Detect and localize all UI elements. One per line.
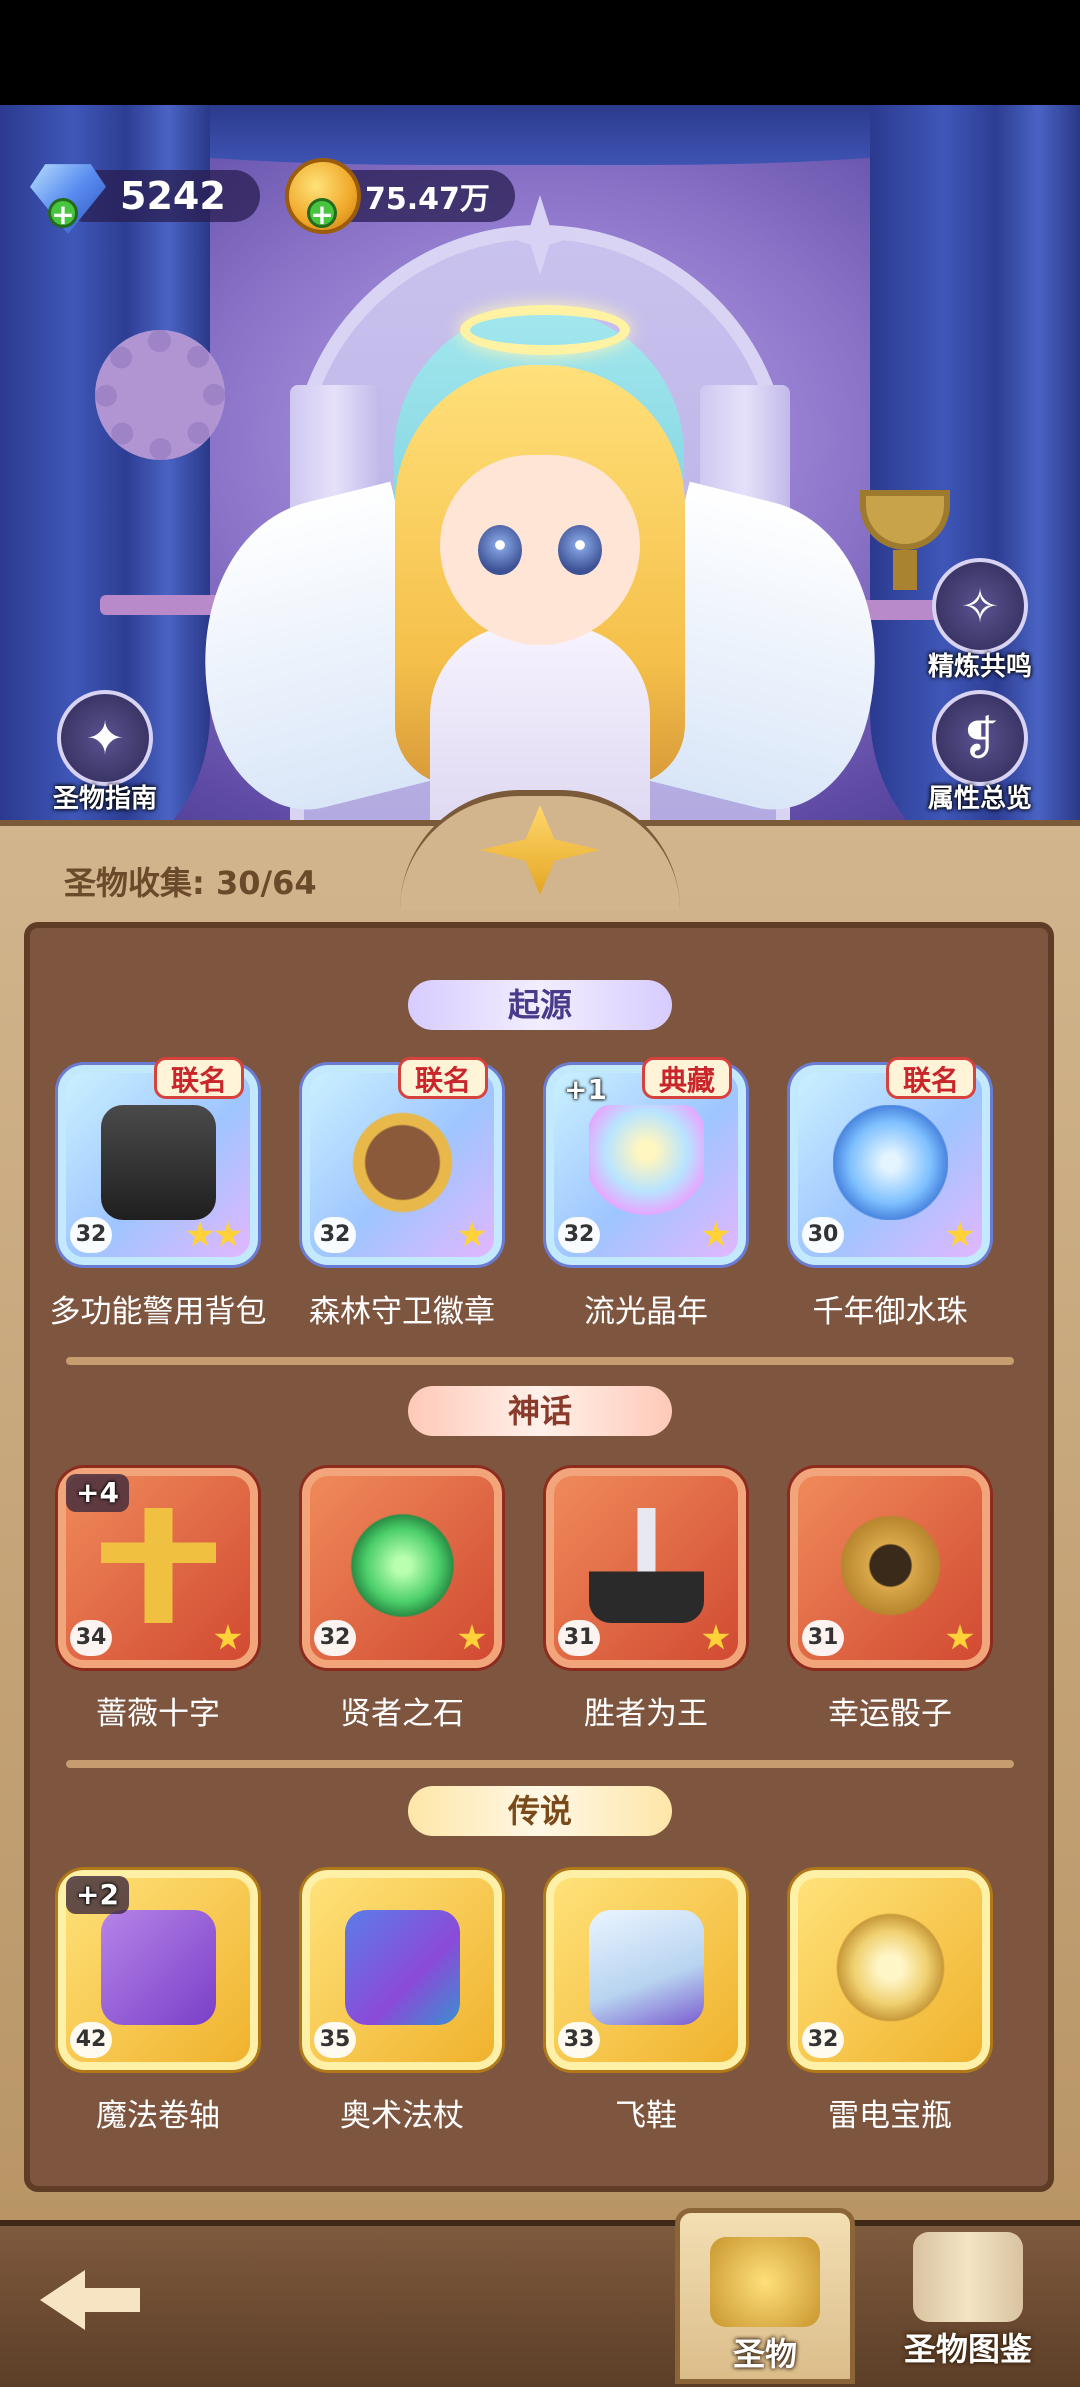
- dice-icon: [833, 1508, 948, 1623]
- gem-amount: 5242: [120, 174, 226, 218]
- relic-level: 32: [314, 1620, 356, 1656]
- star-icon: [186, 1221, 214, 1247]
- magic-scroll-icon: [101, 1910, 216, 2025]
- relic-level: 32: [70, 1217, 112, 1253]
- collection-tag: 典藏: [641, 1057, 732, 1099]
- thunder-vase-icon: [833, 1910, 948, 2025]
- status-bar: [0, 0, 1080, 105]
- arcane-staff-icon: [345, 1910, 460, 2025]
- star-icon: [214, 1221, 242, 1247]
- category-origin: 起源: [408, 980, 672, 1030]
- collection-progress: 圣物收集: 30/64: [64, 864, 317, 902]
- gem-counter[interactable]: + 5242: [30, 164, 260, 234]
- add-gems-icon[interactable]: +: [48, 198, 78, 229]
- star-icon: [458, 1624, 486, 1650]
- divider: [66, 1760, 1014, 1768]
- upgrade-badge: +2: [66, 1876, 129, 1914]
- relic-name: 奥术法杖: [340, 2098, 464, 2134]
- tab-relic-codex[interactable]: 圣物图鉴: [878, 2208, 1058, 2384]
- relic-level: 33: [558, 2022, 600, 2058]
- right-eye: [558, 525, 602, 575]
- angel-character: [167, 305, 913, 845]
- relic-level: 34: [70, 1620, 112, 1656]
- category-legend: 传说: [408, 1786, 672, 1836]
- refine-label: 精炼共鸣: [927, 652, 1032, 682]
- bear-badge-icon: [345, 1105, 460, 1220]
- attribute-label: 属性总览: [927, 784, 1032, 814]
- rose-cross-icon: [101, 1508, 216, 1623]
- relic-card-forest-badge[interactable]: 联名 32: [302, 1057, 502, 1265]
- upgrade-badge: +4: [66, 1474, 129, 1512]
- divider: [66, 1357, 1014, 1365]
- relic-name: 魔法卷轴: [96, 2098, 220, 2134]
- tab-relics-label: 圣物: [732, 2335, 797, 2373]
- relic-card-flying-shoes[interactable]: 33: [546, 1870, 746, 2070]
- relic-name: 飞鞋: [615, 2098, 677, 2134]
- relic-name: 多功能警用背包: [49, 1294, 267, 1330]
- relic-card-arcane-staff[interactable]: 35: [302, 1870, 502, 2070]
- relic-name: 雷电宝瓶: [828, 2098, 952, 2134]
- star-icon: [946, 1624, 974, 1650]
- relic-name: 贤者之石: [340, 1696, 464, 1732]
- relic-guide-button[interactable]: ✦ 圣物指南: [40, 690, 170, 815]
- relic-level: 32: [314, 1217, 356, 1253]
- collab-tag: 联名: [397, 1057, 488, 1099]
- backpack-icon: [101, 1105, 216, 1220]
- winged-shoe-icon: [589, 1910, 704, 2025]
- guide-icon: ✦: [57, 690, 153, 786]
- water-pearl-icon: [833, 1105, 948, 1220]
- tab-codex-label: 圣物图鉴: [903, 2330, 1032, 2368]
- refine-resonance-button[interactable]: ✧ 精炼共鸣: [915, 558, 1045, 683]
- gold-amount: 75.47万: [365, 182, 490, 217]
- relic-card-water-pearl[interactable]: 联名 30: [790, 1057, 990, 1265]
- snow-globe-icon: [589, 1105, 704, 1220]
- category-myth: 神话: [408, 1386, 672, 1436]
- back-button[interactable]: [30, 2250, 140, 2350]
- relic-name: 蔷薇十字: [96, 1696, 220, 1732]
- relic-card-magic-scroll[interactable]: +2 42: [58, 1870, 258, 2070]
- add-gold-icon[interactable]: +: [307, 198, 337, 229]
- relic-name: 千年御水珠: [812, 1294, 968, 1330]
- gold-counter[interactable]: + 75.47万: [285, 158, 515, 234]
- relic-card-lucky-dice[interactable]: 31: [790, 1468, 990, 1668]
- relic-name: 流光晶年: [584, 1294, 708, 1330]
- relic-name: 森林守卫徽章: [309, 1294, 495, 1330]
- star-icon: [946, 1221, 974, 1247]
- relic-card-thunder-vase[interactable]: 32: [790, 1870, 990, 2070]
- relic-card-rose-cross[interactable]: +4 34: [58, 1468, 258, 1668]
- relic-level: 35: [314, 2022, 356, 2058]
- chess-king-icon: [589, 1508, 704, 1623]
- star-icon: [214, 1624, 242, 1650]
- relic-card-police-backpack[interactable]: 联名 32: [58, 1057, 258, 1265]
- relic-level: 32: [802, 2022, 844, 2058]
- back-arrow-icon: [40, 2270, 140, 2330]
- star-icon: [702, 1221, 730, 1247]
- tab-relics[interactable]: 圣物: [675, 2208, 855, 2384]
- relic-card-crystal-globe[interactable]: +1 典藏 32: [546, 1057, 746, 1265]
- relic-level: 30: [802, 1217, 844, 1253]
- scroll-icon: ❡: [932, 690, 1028, 786]
- relic-name: 幸运骰子: [828, 1696, 952, 1732]
- compass-star-icon: ✧: [932, 558, 1028, 654]
- relic-card-sage-stone[interactable]: 32: [302, 1468, 502, 1668]
- relic-level: 32: [558, 1217, 600, 1253]
- star-icon: [702, 1624, 730, 1650]
- upgrade-badge: +1: [564, 1073, 607, 1106]
- star-icon: [458, 1221, 486, 1247]
- relic-name: 胜者为王: [584, 1696, 708, 1732]
- relic-level: 42: [70, 2022, 112, 2058]
- halo: [460, 305, 630, 355]
- relic-card-winner-king[interactable]: 31: [546, 1468, 746, 1668]
- relic-level: 31: [802, 1620, 844, 1656]
- relic-guide-label: 圣物指南: [52, 784, 157, 814]
- relic-level: 31: [558, 1620, 600, 1656]
- collab-tag: 联名: [885, 1057, 976, 1099]
- relic-horn-icon: [710, 2237, 820, 2327]
- attribute-overview-button[interactable]: ❡ 属性总览: [915, 690, 1045, 815]
- collab-tag: 联名: [153, 1057, 244, 1099]
- green-orb-icon: [345, 1508, 460, 1623]
- left-eye: [478, 525, 522, 575]
- book-icon: [913, 2232, 1023, 2322]
